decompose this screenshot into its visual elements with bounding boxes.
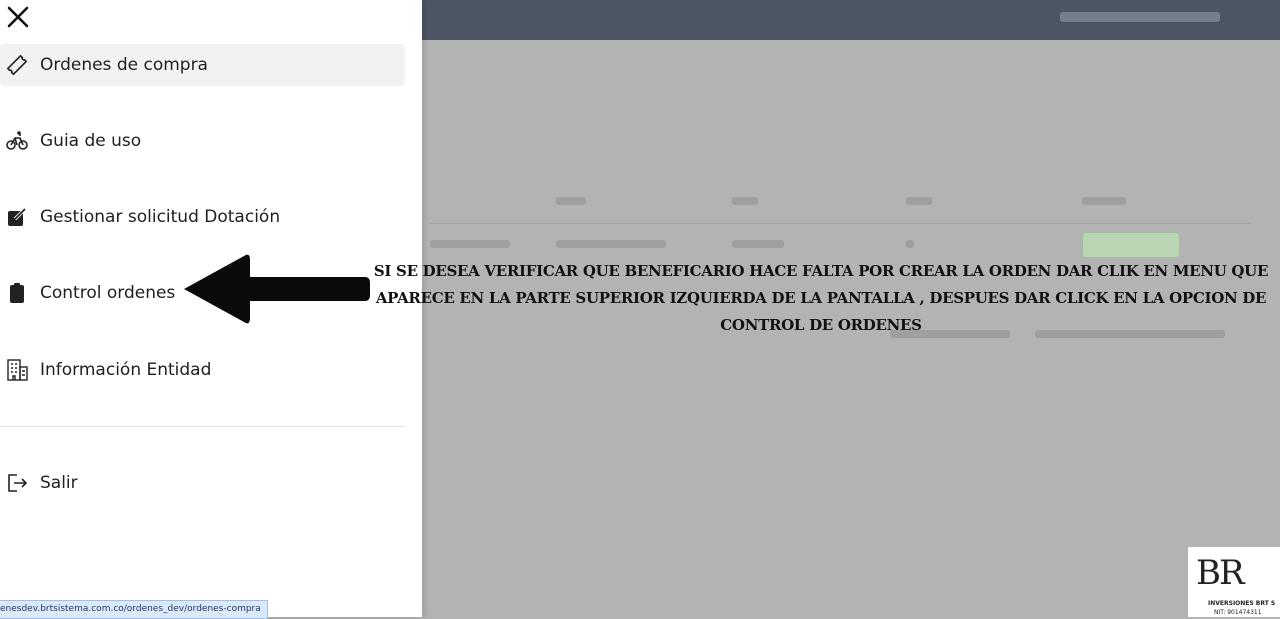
logo-company-name: INVERSIONES BRT S (1208, 600, 1276, 607)
table-cell (556, 240, 666, 248)
logout-icon (5, 471, 29, 495)
clipboard-icon (5, 281, 29, 305)
company-logo: BR INVERSIONES BRT S NIT: 901474311 (1188, 547, 1280, 617)
menu-item-informacion-entidad[interactable]: Información Entidad (0, 349, 405, 391)
menu-item-guia-uso[interactable]: Guia de uso (0, 120, 405, 162)
close-icon[interactable] (4, 3, 32, 31)
logo-mark: BR (1196, 553, 1245, 593)
status-bar-url: enesdev.brtsistema.com.co/ordenes_dev/or… (0, 600, 268, 619)
table-divider (430, 223, 1250, 224)
menu-item-label: Información Entidad (40, 360, 212, 380)
menu-item-label: Ordenes de compra (40, 55, 208, 75)
user-menu (1060, 12, 1220, 22)
menu-item-ordenes-compra[interactable]: Ordenes de compra (0, 44, 405, 86)
menu-item-salir[interactable]: Salir (0, 462, 405, 504)
menu-divider (0, 426, 405, 427)
column-header (1082, 197, 1126, 205)
menu-item-label: Gestionar solicitud Dotación (40, 207, 281, 227)
menu-item-label: Guia de uso (40, 131, 142, 151)
building-icon (5, 358, 29, 382)
menu-item-gestionar-dotacion[interactable]: Gestionar solicitud Dotación (0, 196, 405, 238)
edit-square-icon (5, 205, 29, 229)
column-header (732, 197, 758, 205)
instruction-annotation: SI SE DESEA VERIFICAR QUE BENEFICARIO HA… (373, 262, 1269, 334)
ticket-icon (5, 53, 29, 77)
table-cell (906, 240, 914, 248)
column-header (906, 197, 932, 205)
menu-item-label: Salir (40, 473, 78, 493)
arrow-left-icon (184, 254, 370, 324)
bicycle-icon (5, 129, 29, 153)
column-header (556, 197, 586, 205)
logo-nit: NIT: 901474311 (1214, 609, 1262, 616)
table-cell (732, 240, 784, 248)
row-action-button (1082, 232, 1180, 258)
menu-item-label: Control ordenes (40, 283, 176, 303)
table-cell (430, 240, 510, 248)
